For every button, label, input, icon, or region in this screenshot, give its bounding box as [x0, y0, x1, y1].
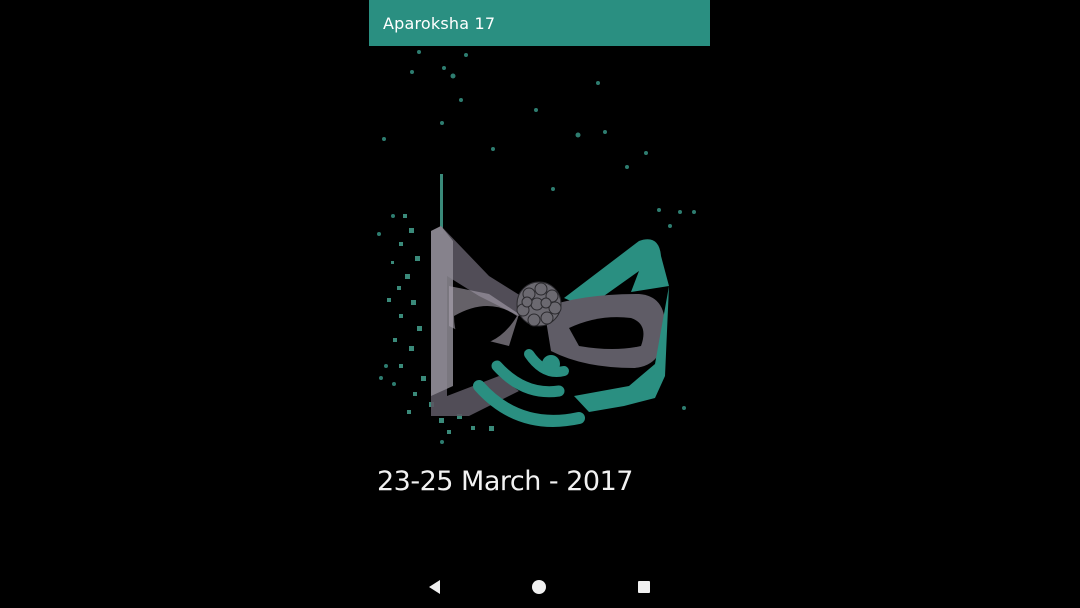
event-date: 23-25 March - 2017 — [377, 466, 633, 497]
app-screen: Aparoksha 17 23-25 March - 2017 — [369, 0, 710, 608]
ripple-center — [542, 355, 560, 373]
recents-square-icon[interactable] — [633, 576, 655, 598]
aparoksha-logo — [377, 50, 696, 444]
app-toolbar: Aparoksha 17 — [369, 0, 710, 46]
back-triangle-icon[interactable] — [424, 576, 446, 598]
home-circle-icon[interactable] — [528, 576, 550, 598]
system-nav-bar — [369, 566, 710, 608]
screen: Aparoksha 17 23-25 March - 2017 — [0, 0, 1080, 608]
center-cluster — [516, 281, 562, 327]
app-title: Aparoksha 17 — [383, 13, 496, 33]
